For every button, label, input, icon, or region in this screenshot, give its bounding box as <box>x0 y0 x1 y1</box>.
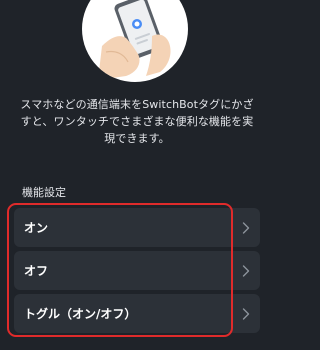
list-item-label: オフ <box>24 264 49 278</box>
hand-holding-phone-illustration <box>82 0 188 82</box>
description-text: スマホなどの通信端末をSwitchBotタグにかざすと、ワンタッチでさまざまな便… <box>20 98 254 145</box>
chevron-right-icon <box>242 221 250 234</box>
list-item-on[interactable]: オン <box>14 208 260 247</box>
chevron-right-icon <box>242 264 250 277</box>
illustration-graphic <box>82 0 171 82</box>
list-item-toggle[interactable]: トグル（オン/オフ） <box>14 294 260 333</box>
list-item-off[interactable]: オフ <box>14 251 260 290</box>
function-settings-screen: スマホなどの通信端末をSwitchBotタグにかざすと、ワンタッチでさまざまな便… <box>0 0 270 350</box>
function-list: オン オフ トグル（オン/オフ） <box>14 208 260 337</box>
list-item-label: オン <box>24 221 49 235</box>
list-item-label: トグル（オン/オフ） <box>24 307 137 321</box>
chevron-right-icon <box>242 307 250 320</box>
section-title: 機能設定 <box>22 186 66 199</box>
